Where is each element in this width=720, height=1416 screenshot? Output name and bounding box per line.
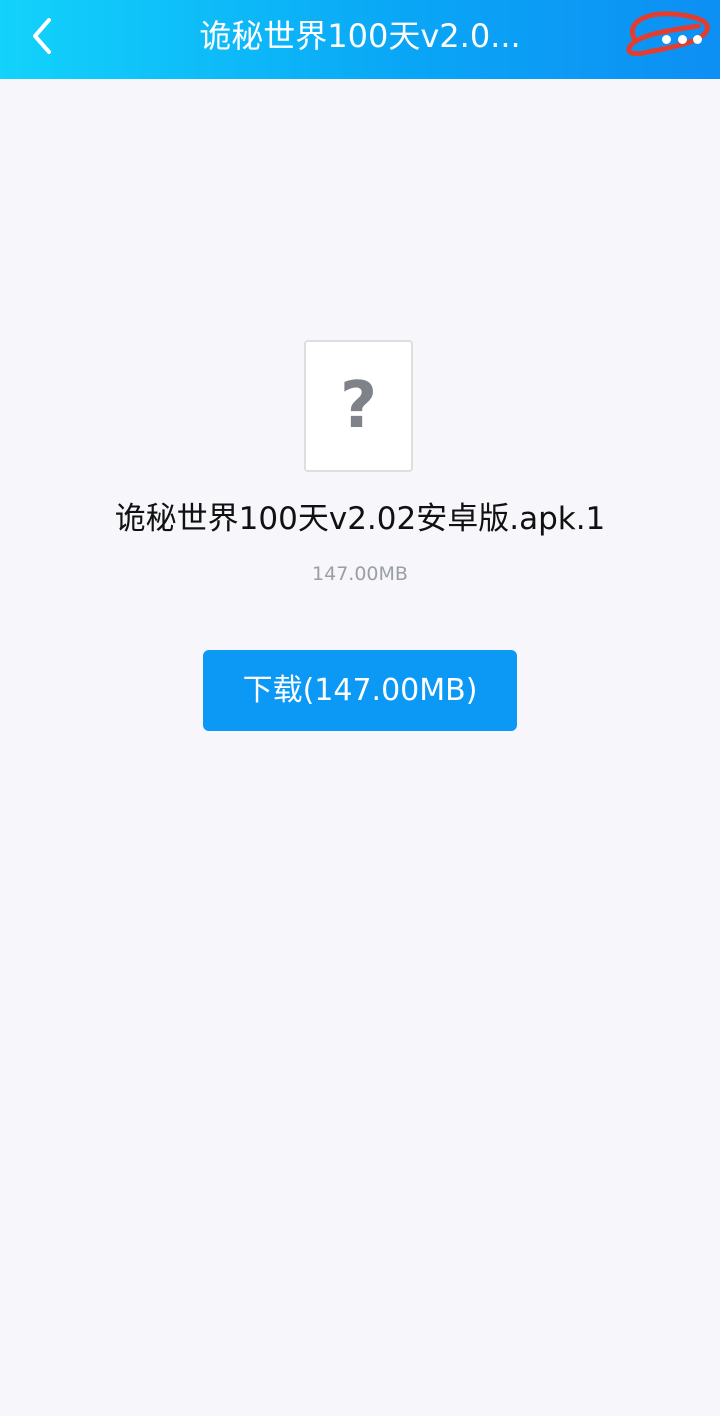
download-button[interactable]: 下载(147.00MB) (203, 650, 517, 731)
file-placeholder-icon: ? (304, 340, 413, 472)
more-dots-icon (662, 34, 702, 44)
page-title: 诡秘世界100天v2.0... (199, 17, 521, 55)
back-button[interactable] (18, 12, 66, 60)
file-name: 诡秘世界100天v2.02安卓版.apk.1 (114, 501, 606, 537)
top-bar: 诡秘世界100天v2.0... (0, 0, 720, 79)
file-size: 147.00MB (312, 563, 408, 585)
question-mark-icon: ? (339, 369, 378, 443)
more-options-button[interactable] (618, 8, 714, 64)
chevron-left-icon (33, 18, 51, 54)
